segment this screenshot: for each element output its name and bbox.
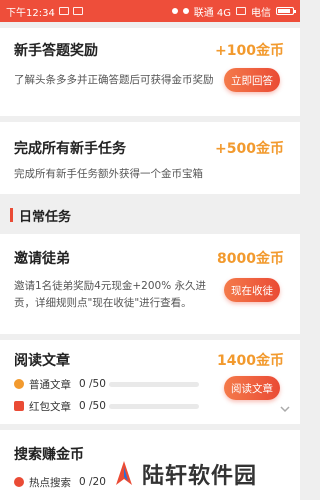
read-articles-button[interactable]: 阅读文章: [224, 376, 280, 400]
red-envelope-icon: [14, 401, 24, 411]
normal-article-progress: [109, 381, 199, 387]
invite-title: 邀请徒弟: [14, 251, 70, 267]
invite-desc-line-2: 贡，详细规则点"现在收徒"进行查看。: [14, 297, 192, 309]
hot-search-label: 热点搜索: [29, 476, 71, 489]
newbie-quiz-title: 新手答题奖励: [14, 43, 98, 59]
search-earn-title: 搜索赚金币: [14, 447, 84, 463]
newbie-tasks-reward: +500金币: [215, 141, 284, 157]
hot-search-count: 0 /20: [79, 476, 106, 488]
newbie-tasks-card: 完成所有新手任务 +500金币 完成所有新手任务额外获得一个金币宝箱: [0, 122, 300, 194]
reading-row-normal: 普通文章 0 /50: [14, 376, 199, 392]
notification-icon: [58, 7, 69, 15]
search-row-hot: 热点搜索 0 /20: [14, 474, 109, 490]
newbie-quiz-card: 新手答题奖励 +100金币 了解头条多多并正确答题后可获得金币奖励 立即回答: [0, 28, 300, 116]
normal-article-count: 0 /50: [79, 378, 106, 390]
carrier-1: 联通 4G: [193, 7, 231, 19]
carrier-2: 电信: [251, 7, 271, 19]
bluetooth-icon: [171, 8, 178, 14]
red-packet-article-progress: [109, 403, 199, 409]
newbie-quiz-reward: +100金币: [215, 43, 284, 59]
wifi-icon: [182, 8, 189, 14]
app-notification-icon: [72, 7, 83, 15]
watermark-logo-icon: [116, 461, 132, 485]
newbie-quiz-desc: 了解头条多多并正确答题后可获得金币奖励: [14, 74, 214, 86]
reading-card: 阅读文章 1400金币 普通文章 0 /50 红包文章 0 /50 阅读文章: [0, 340, 300, 424]
reading-row-redpacket: 红包文章 0 /50: [14, 398, 199, 414]
normal-article-label: 普通文章: [29, 378, 71, 391]
newbie-tasks-title: 完成所有新手任务: [14, 141, 126, 157]
section-accent-bar: [10, 208, 13, 222]
answer-now-button[interactable]: 立即回答: [224, 68, 280, 92]
newbie-tasks-desc: 完成所有新手任务额外获得一个金币宝箱: [14, 168, 203, 180]
status-bar: 下午12:34 联通 4G 电信: [0, 0, 300, 22]
invite-desc: 邀请1名徒弟奖励4元现金+200% 永久进 贡，详细规则点"现在收徒"进行查看。: [14, 278, 224, 312]
invite-reward: 8000金币: [217, 251, 284, 267]
recruit-now-button[interactable]: 现在收徒: [224, 278, 280, 302]
battery-icon: [276, 7, 296, 15]
reading-title: 阅读文章: [14, 353, 70, 369]
red-packet-article-count: 0 /50: [79, 400, 106, 412]
daily-tasks-title: 日常任务: [19, 209, 72, 225]
chevron-down-icon[interactable]: [278, 402, 292, 416]
site-watermark: 陆轩软件园: [112, 458, 257, 490]
invite-desc-line-1: 邀请1名徒弟奖励4元现金+200% 永久进: [14, 280, 207, 292]
watermark-text: 陆轩软件园: [142, 464, 258, 489]
daily-tasks-header: 日常任务: [0, 200, 300, 230]
signal-icon: [236, 7, 246, 15]
reading-reward: 1400金币: [217, 353, 284, 369]
status-time: 下午12:34: [6, 7, 55, 19]
red-packet-article-label: 红包文章: [29, 400, 71, 413]
invite-card: 邀请徒弟 8000金币 邀请1名徒弟奖励4元现金+200% 永久进 贡，详细规则…: [0, 234, 300, 334]
coin-icon: [14, 379, 24, 389]
hot-search-icon: [14, 477, 24, 487]
